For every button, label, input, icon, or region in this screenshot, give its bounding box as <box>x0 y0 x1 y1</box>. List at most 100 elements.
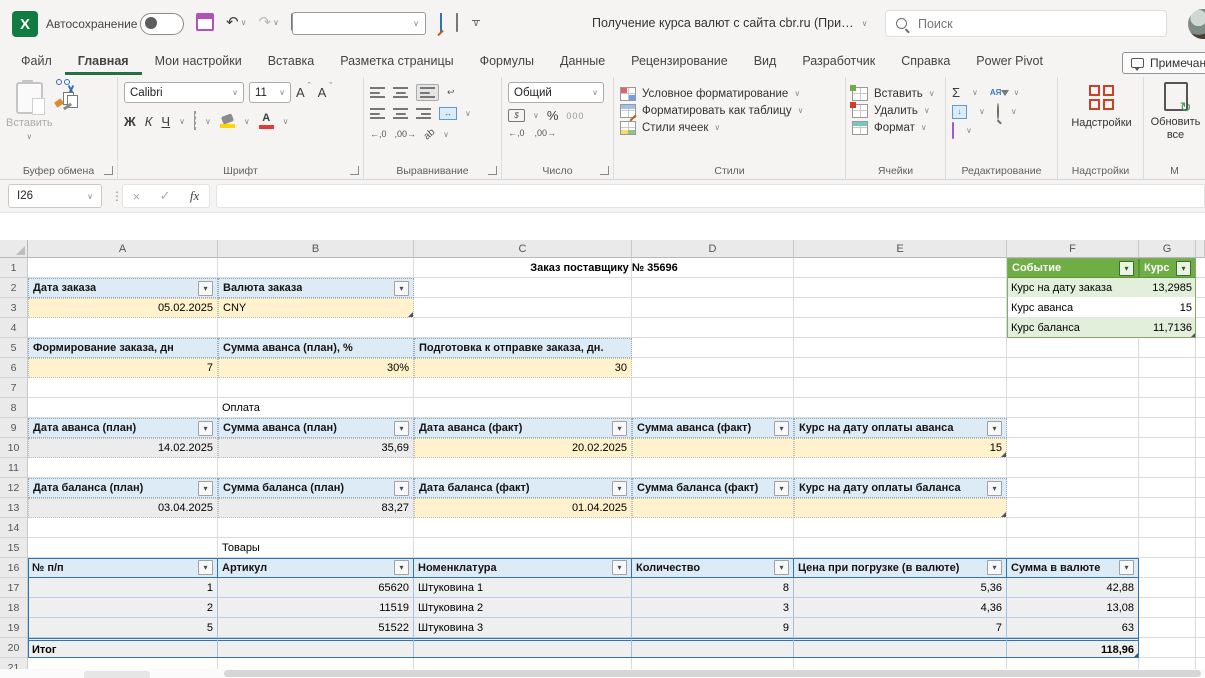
format-as-table-button[interactable]: Форматировать как таблицу ∨ <box>620 102 841 119</box>
select-all-button[interactable] <box>0 240 28 258</box>
borders-button[interactable] <box>193 111 196 130</box>
column-header-c[interactable]: C <box>414 240 632 258</box>
row-header[interactable]: 18 <box>0 598 28 618</box>
filter-icon[interactable]: ▾ <box>987 420 1002 436</box>
balance-header[interactable]: Дата баланса (факт) ▾ <box>414 478 632 498</box>
goods-cell[interactable]: 42,88 <box>1007 578 1139 598</box>
goods-cell[interactable]: 7 <box>794 618 1007 638</box>
goods-cell[interactable]: 8 <box>632 578 794 598</box>
column-header-e[interactable]: E <box>794 240 1007 258</box>
goods-header[interactable]: Номенклатура ▾ <box>414 558 632 578</box>
row-header[interactable]: 19 <box>0 618 28 638</box>
chevron-down-icon[interactable]: ∨ <box>443 130 449 139</box>
filter-icon[interactable]: ▾ <box>394 280 409 296</box>
rates-cell[interactable]: Курс на дату заказа <box>1007 278 1139 298</box>
decrease-decimal-button[interactable]: ,00→ <box>535 128 557 138</box>
align-top-button[interactable] <box>370 87 385 98</box>
chevron-down-icon[interactable]: ∨ <box>972 88 978 97</box>
goods-cell[interactable]: Штуковина 1 <box>414 578 632 598</box>
order-header-currency[interactable]: Валюта заказа ▾ <box>218 278 414 298</box>
filter-icon[interactable]: ▾ <box>198 560 213 575</box>
tab-page-layout[interactable]: Разметка страницы <box>327 50 466 75</box>
accounting-format-button[interactable]: $ <box>508 109 525 122</box>
row-header[interactable]: 1 <box>0 258 28 278</box>
filter-icon[interactable]: ▾ <box>987 560 1002 575</box>
params-header[interactable]: Подготовка к отправке заказа, дн. <box>414 338 632 358</box>
dialog-launcher-icon[interactable] <box>600 166 609 175</box>
grow-font-button[interactable]: Аˆ <box>296 81 311 100</box>
font-color-button[interactable]: А <box>258 113 274 129</box>
row-header[interactable]: 14 <box>0 518 28 538</box>
addins-button[interactable]: Надстройки <box>1064 82 1139 129</box>
filter-icon[interactable]: ▾ <box>1119 260 1134 276</box>
font-name-combo[interactable]: Calibri ∨ <box>124 82 244 103</box>
row-header[interactable]: 12 <box>0 478 28 498</box>
goods-header[interactable]: Цена при погрузке (в валюте) ▾ <box>794 558 1007 578</box>
row-header[interactable]: 4 <box>0 318 28 338</box>
row-header[interactable]: 16 <box>0 558 28 578</box>
clear-button[interactable] <box>952 122 954 139</box>
goods-cell[interactable]: 1 <box>28 578 218 598</box>
autosave-toggle[interactable] <box>140 13 184 35</box>
autosum-button[interactable]: Σ <box>952 85 960 100</box>
tab-power-pivot[interactable]: Power Pivot <box>963 50 1056 75</box>
balance-cell[interactable] <box>632 498 794 518</box>
rates-cell[interactable]: 11,7136 <box>1139 318 1196 338</box>
tab-review[interactable]: Рецензирование <box>618 50 741 75</box>
redo-button[interactable]: ↷ ∨ <box>258 13 278 31</box>
balance-cell[interactable]: 03.04.2025 <box>28 498 218 518</box>
database-button[interactable] <box>456 13 458 32</box>
comments-button[interactable]: Примечания <box>1122 52 1205 74</box>
order-currency-cell[interactable]: CNY <box>218 298 414 318</box>
goods-cell[interactable]: 51522 <box>218 618 414 638</box>
params-cell[interactable]: 7 <box>28 358 218 378</box>
balance-header[interactable]: Сумма баланса (факт) ▾ <box>632 478 794 498</box>
row-header[interactable]: 7 <box>0 378 28 398</box>
fill-button[interactable]: ↓ <box>952 104 967 119</box>
chevron-down-icon[interactable]: ∨ <box>1013 88 1019 97</box>
filter-icon[interactable]: ▾ <box>198 420 213 436</box>
balance-header[interactable]: Сумма баланса (план) ▾ <box>218 478 414 498</box>
filter-icon[interactable]: ▾ <box>774 560 789 575</box>
goods-total-cell[interactable] <box>794 638 1007 658</box>
params-header[interactable]: Сумма аванса (план), % <box>218 338 414 358</box>
paste-button[interactable]: Вставить ∨ <box>6 80 53 141</box>
row-header[interactable]: 17 <box>0 578 28 598</box>
dialog-launcher-icon[interactable] <box>488 166 497 175</box>
sort-filter-button[interactable]: АЯ <box>990 88 1010 97</box>
goods-total-label[interactable]: Итог <box>28 638 218 658</box>
balance-header[interactable]: Дата баланса (план) ▾ <box>28 478 218 498</box>
qat-overflow-button[interactable]: ∨ <box>472 19 480 28</box>
payment-section-label[interactable]: Оплата <box>218 398 414 418</box>
wrap-text-button[interactable]: ↩ <box>447 88 455 97</box>
decrease-indent-button[interactable]: ←,0 <box>370 130 387 139</box>
filter-icon[interactable]: ▾ <box>774 420 789 436</box>
font-size-combo[interactable]: 11 ∨ <box>249 82 291 103</box>
filter-icon[interactable]: ▾ <box>198 480 213 496</box>
column-header-g[interactable]: G <box>1139 240 1196 258</box>
goods-cell[interactable]: 63 <box>1007 618 1139 638</box>
sheet-title-cell[interactable]: Заказ поставщику № 35696 <box>414 258 794 278</box>
column-header-b[interactable]: B <box>218 240 414 258</box>
chevron-down-icon[interactable]: ∨ <box>533 111 539 120</box>
advance-cell[interactable]: 15 <box>794 438 1007 458</box>
filter-icon[interactable]: ▾ <box>394 420 409 436</box>
tab-help[interactable]: Справка <box>888 50 963 75</box>
row-header[interactable]: 6 <box>0 358 28 378</box>
goods-cell[interactable]: 5,36 <box>794 578 1007 598</box>
search-input[interactable] <box>916 15 1156 32</box>
goods-cell[interactable]: 4,36 <box>794 598 1007 618</box>
balance-cell[interactable] <box>794 498 1007 518</box>
table-resize-handle[interactable] <box>1001 452 1006 457</box>
filter-icon[interactable]: ▾ <box>1119 560 1134 575</box>
balance-header[interactable]: Курс на дату оплаты баланса ▾ <box>794 478 1007 498</box>
goods-header[interactable]: Артикул ▾ <box>218 558 414 578</box>
goods-cell[interactable]: 65620 <box>218 578 414 598</box>
chevron-down-icon[interactable]: ∨ <box>465 109 471 118</box>
table-resize-handle[interactable] <box>1001 512 1006 517</box>
rates-cell[interactable]: Курс баланса <box>1007 318 1139 338</box>
row-header[interactable]: 20 <box>0 638 28 658</box>
filter-icon[interactable]: ▾ <box>612 480 627 496</box>
insert-cells-button[interactable]: Вставить ∨ <box>850 84 941 102</box>
goods-header[interactable]: № п/п ▾ <box>28 558 218 578</box>
